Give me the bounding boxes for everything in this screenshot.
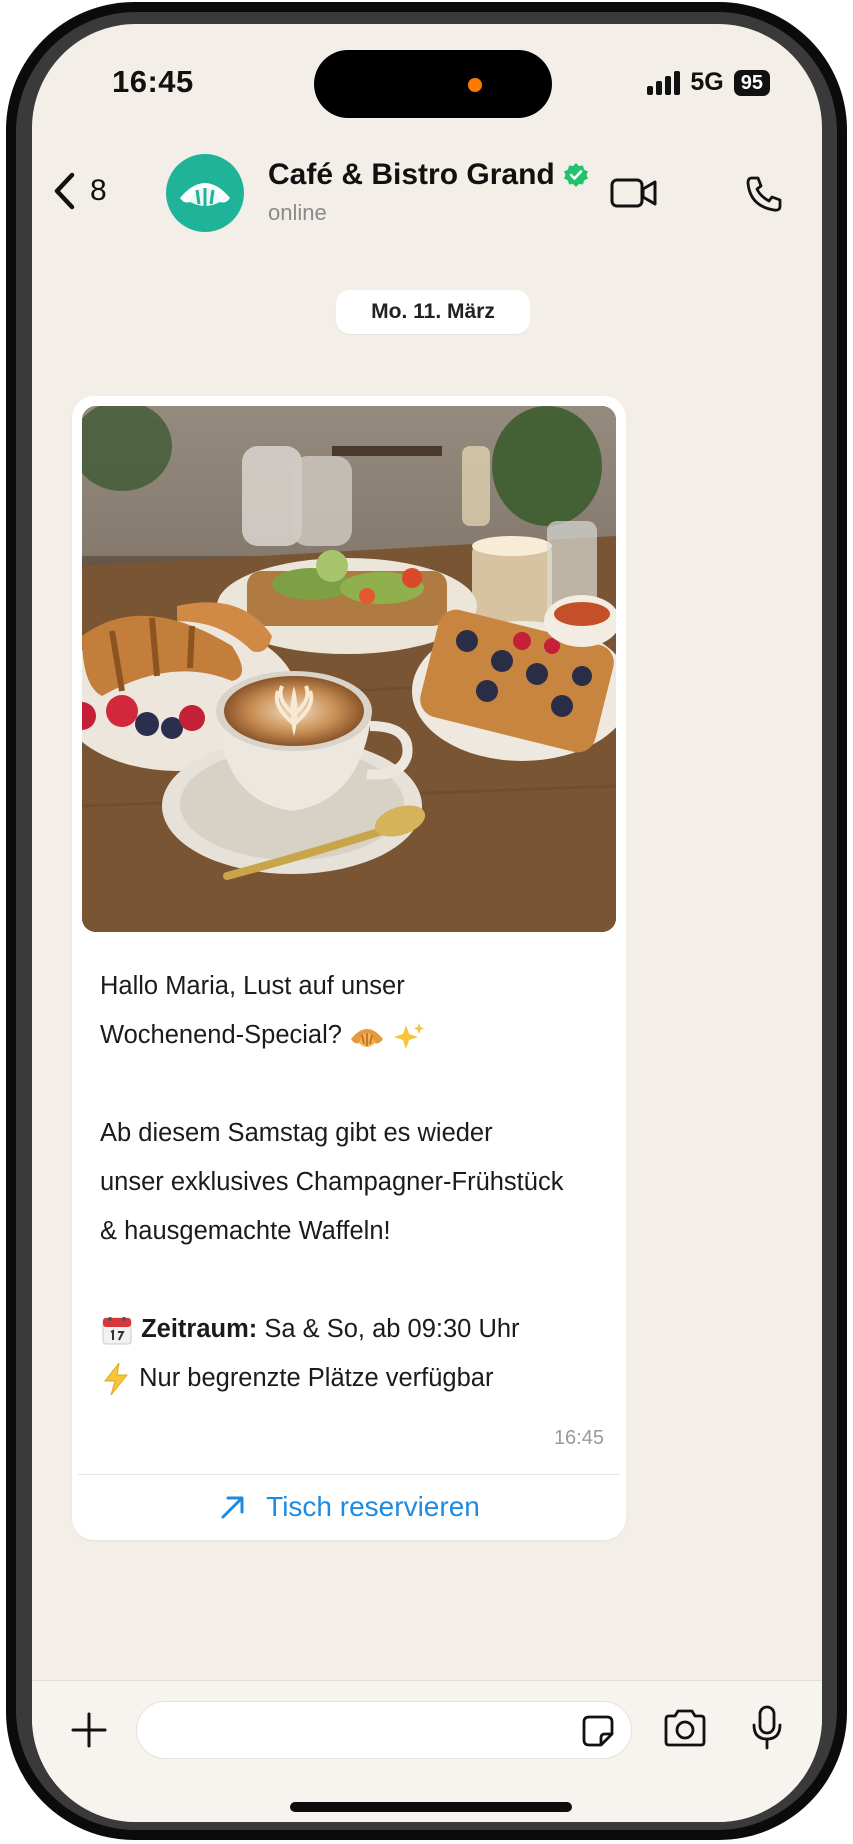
bubble-divider [78,1474,620,1475]
phone-frame: 16:45 5G 95 8 Café & Bistro Grand online… [6,2,847,1840]
message-line-1: Hallo Maria, Lust auf unser [100,972,405,1000]
signal-icon [647,70,681,95]
message-photo[interactable] [82,406,616,932]
message-line-5: & hausgemachte Waffeln! [100,1217,391,1245]
contact-name-text: Café & Bistro Grand [268,158,555,191]
microphone-button[interactable] [750,1705,784,1756]
message-seats-line: Nur begrenzte Plätze verfügbar [100,1354,610,1403]
message-line-3: Ab diesem Samstag gibt es wieder [100,1119,493,1147]
message-input[interactable] [136,1701,632,1759]
plus-icon [71,1712,107,1748]
chevron-left-icon [54,172,75,210]
microphone-icon [752,1705,782,1750]
phone-icon [746,176,782,212]
sticker-icon [582,1715,614,1747]
battery-icon: 95 [733,69,770,96]
home-indicator[interactable] [290,1802,572,1812]
seats-note: Nur begrenzte Plätze verfügbar [139,1364,494,1392]
status-time: 16:45 [112,64,194,99]
lightning-emoji-icon [103,1362,129,1396]
croissant-icon [180,183,230,206]
attach-button[interactable] [70,1711,108,1754]
status-indicators: 5G 95 [647,68,770,97]
back-button[interactable]: 8 [52,172,107,210]
period-value: Sa & So, ab 09:30 Uhr [264,1315,520,1343]
input-bar [32,1680,822,1822]
sparkles-emoji-icon [394,1023,425,1050]
avatar[interactable] [166,154,244,232]
reserve-table-label: Tisch reservieren [266,1491,480,1522]
message-period-line: Zeitraum: Sa & So, ab 09:30 Uhr [100,1305,610,1354]
breakfast-photo [82,406,616,932]
reserve-table-button[interactable]: Tisch reservieren [72,1478,626,1536]
message-timestamp: 16:45 [553,1427,604,1449]
unread-count: 8 [90,174,107,207]
message-line-4: unser exklusives Champagner-Frühstück [100,1168,564,1196]
camera-indicator-dot [468,78,482,92]
video-call-button[interactable] [610,177,658,214]
croissant-emoji-icon [351,1029,384,1048]
chat-header: 8 Café & Bistro Grand online [32,132,822,252]
calendar-emoji-icon [102,1317,132,1345]
message-bubble[interactable]: Hallo Maria, Lust auf unser Wochenend-Sp… [72,396,626,1540]
message-line-2: Wochenend-Special? [100,1011,610,1060]
verified-badge-icon [563,163,588,187]
camera-button[interactable] [662,1709,708,1752]
video-camera-icon [610,178,657,208]
network-type: 5G [690,68,724,96]
message-line-2-text: Wochenend-Special? [100,1021,342,1049]
camera-icon [664,1709,706,1747]
contact-name[interactable]: Café & Bistro Grand [268,158,589,192]
voice-call-button[interactable] [744,174,784,219]
sticker-button[interactable] [581,1714,615,1753]
date-separator: Mo. 11. März [336,290,530,334]
message-text: Hallo Maria, Lust auf unser Wochenend-Sp… [100,962,610,1403]
contact-status: online [268,200,327,225]
external-arrow-icon [221,1496,244,1519]
period-label: Zeitraum: [141,1315,258,1343]
screen: 16:45 5G 95 8 Café & Bistro Grand online… [32,24,822,1822]
dynamic-island [314,50,552,118]
